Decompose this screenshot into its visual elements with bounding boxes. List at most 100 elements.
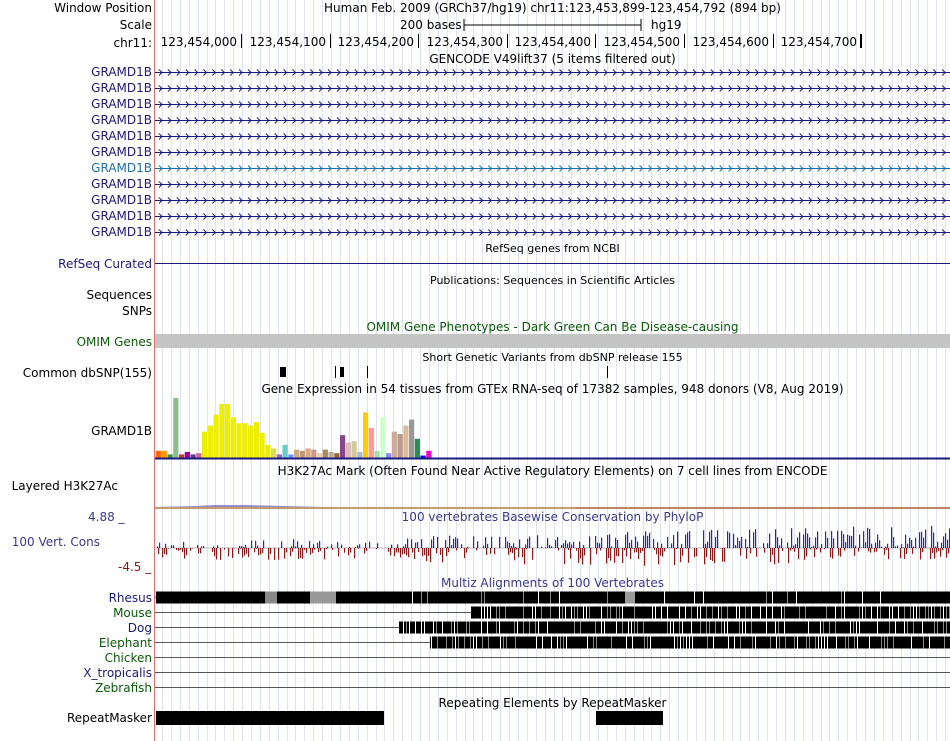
gtex-tissue-bar[interactable] bbox=[196, 453, 202, 458]
gtex-tissue-bar[interactable] bbox=[374, 450, 380, 458]
gtex-tissue-bar[interactable] bbox=[288, 454, 294, 458]
gencode-transcript[interactable] bbox=[155, 197, 950, 204]
gencode-transcript[interactable] bbox=[155, 85, 950, 92]
gtex-tissue-bar[interactable] bbox=[357, 452, 363, 458]
omim-gene-bar[interactable] bbox=[155, 334, 950, 348]
phylop-conservation-plot[interactable] bbox=[155, 520, 950, 576]
omim-genes-label[interactable]: OMIM Genes bbox=[0, 335, 152, 349]
vert-cons-label[interactable]: 100 Vert. Cons bbox=[0, 535, 100, 549]
multiz-species-label[interactable]: Chicken bbox=[0, 651, 152, 665]
h3k27ac-signal[interactable] bbox=[155, 478, 950, 510]
gencode-transcript-label[interactable]: GRAMD1B bbox=[0, 129, 152, 143]
gtex-tissue-bar[interactable] bbox=[173, 398, 179, 458]
gtex-tissue-bar[interactable] bbox=[219, 404, 225, 458]
gtex-tissue-bar[interactable] bbox=[225, 404, 231, 458]
gtex-tissue-bar[interactable] bbox=[334, 453, 340, 458]
gtex-tissue-bar[interactable] bbox=[271, 448, 277, 458]
multiz-species-block[interactable] bbox=[430, 636, 950, 649]
layered-h3k27ac-label[interactable]: Layered H3K27Ac bbox=[0, 479, 118, 493]
gtex-tissue-bar[interactable] bbox=[248, 425, 254, 458]
gtex-tissue-bar[interactable] bbox=[156, 450, 162, 458]
gtex-tissue-bar[interactable] bbox=[179, 454, 185, 458]
refseq-gene-line[interactable] bbox=[155, 257, 950, 271]
gencode-transcript-label[interactable]: GRAMD1B bbox=[0, 193, 152, 207]
dbsnp-variants[interactable] bbox=[155, 365, 950, 379]
gtex-tissue-bar[interactable] bbox=[184, 452, 190, 458]
gtex-tissue-bar[interactable] bbox=[236, 423, 242, 458]
gtex-tissue-bar[interactable] bbox=[368, 428, 374, 458]
gtex-tissue-bar[interactable] bbox=[328, 452, 334, 458]
gtex-tissue-bar[interactable] bbox=[391, 431, 397, 458]
gencode-transcript-label[interactable]: GRAMD1B bbox=[0, 177, 152, 191]
gencode-transcript-label[interactable]: GRAMD1B bbox=[0, 65, 152, 79]
gtex-tissue-bar[interactable] bbox=[202, 431, 208, 458]
gtex-tissue-bar[interactable] bbox=[276, 454, 282, 458]
multiz-species-label[interactable]: Mouse bbox=[0, 606, 152, 620]
multiz-alignment-blocks[interactable] bbox=[155, 590, 950, 695]
gencode-transcript[interactable] bbox=[155, 181, 950, 188]
gtex-tissue-bar[interactable] bbox=[345, 442, 351, 458]
gtex-tissue-bar[interactable] bbox=[322, 449, 328, 458]
gtex-tissue-bar[interactable] bbox=[414, 438, 420, 458]
multiz-species-label[interactable]: Zebrafish bbox=[0, 681, 152, 695]
gtex-tissue-bar[interactable] bbox=[305, 448, 311, 458]
cons-bar-positive bbox=[913, 546, 915, 548]
multiz-species-label[interactable]: Elephant bbox=[0, 636, 152, 650]
gtex-tissue-bar[interactable] bbox=[340, 435, 346, 458]
multiz-species-label[interactable]: Dog bbox=[0, 621, 152, 635]
cons-bar-positive bbox=[923, 537, 925, 548]
gtex-tissue-bar[interactable] bbox=[311, 449, 317, 458]
gtex-tissue-bar[interactable] bbox=[190, 454, 196, 458]
gtex-tissue-bar[interactable] bbox=[253, 422, 259, 458]
gtex-tissue-bar[interactable] bbox=[259, 432, 265, 458]
gtex-tissue-bar[interactable] bbox=[213, 414, 219, 458]
gtex-expression-chart[interactable] bbox=[155, 396, 950, 462]
cons-bar-negative bbox=[764, 548, 766, 553]
gtex-tissue-bar[interactable] bbox=[380, 417, 386, 458]
gtex-tissue-bar[interactable] bbox=[161, 450, 167, 458]
multiz-species-block[interactable] bbox=[399, 621, 950, 634]
refseq-curated-label[interactable]: RefSeq Curated bbox=[0, 257, 152, 271]
gtex-tissue-bar[interactable] bbox=[386, 453, 392, 458]
gencode-transcript[interactable] bbox=[155, 117, 950, 124]
gtex-tissue-bar[interactable] bbox=[167, 454, 173, 458]
gencode-transcript[interactable] bbox=[155, 229, 950, 236]
repeatmasker-blocks[interactable] bbox=[155, 710, 950, 726]
gencode-transcript-label[interactable]: GRAMD1B bbox=[0, 97, 152, 111]
gtex-tissue-bar[interactable] bbox=[351, 441, 357, 458]
gencode-transcript-label[interactable]: GRAMD1B bbox=[0, 209, 152, 223]
gencode-transcript-label[interactable]: GRAMD1B bbox=[0, 145, 152, 159]
gtex-tissue-bar[interactable] bbox=[403, 425, 409, 458]
gtex-tissue-bar[interactable] bbox=[282, 444, 288, 458]
gencode-transcript-label[interactable]: GRAMD1B bbox=[0, 225, 152, 239]
gtex-gene-label[interactable]: GRAMD1B bbox=[0, 424, 152, 438]
gencode-transcript[interactable] bbox=[155, 165, 950, 172]
gtex-tissue-bar[interactable] bbox=[294, 449, 300, 458]
common-dbsnp-label[interactable]: Common dbSNP(155) bbox=[0, 366, 152, 380]
gtex-tissue-bar[interactable] bbox=[426, 450, 432, 458]
gtex-tissue-bar[interactable] bbox=[409, 419, 415, 458]
gencode-transcript-label[interactable]: GRAMD1B bbox=[0, 113, 152, 127]
multiz-species-block[interactable] bbox=[471, 606, 950, 619]
gtex-tissue-bar[interactable] bbox=[242, 423, 248, 458]
gtex-tissue-bar[interactable] bbox=[207, 425, 213, 458]
multiz-species-label[interactable]: Rhesus bbox=[0, 591, 152, 605]
gencode-transcript[interactable] bbox=[155, 69, 950, 76]
gtex-tissue-bar[interactable] bbox=[265, 444, 271, 458]
multiz-species-block[interactable] bbox=[156, 591, 950, 604]
gtex-tissue-bar[interactable] bbox=[397, 434, 403, 458]
gencode-transcript[interactable] bbox=[155, 213, 950, 220]
gtex-tissue-bar[interactable] bbox=[363, 412, 369, 458]
gtex-tissue-bar[interactable] bbox=[230, 417, 236, 458]
repeatmasker-label[interactable]: RepeatMasker bbox=[0, 711, 152, 725]
multiz-species-label[interactable]: X_tropicalis bbox=[0, 666, 152, 680]
gtex-tissue-bar[interactable] bbox=[317, 453, 323, 458]
gencode-transcripts[interactable] bbox=[155, 64, 950, 240]
gtex-tissue-bar[interactable] bbox=[299, 450, 305, 458]
gencode-transcript[interactable] bbox=[155, 133, 950, 140]
base-position-ruler[interactable]: 123,454,000 123,454,100 123,454,200 123,454… bbox=[155, 34, 950, 50]
gencode-transcript[interactable] bbox=[155, 101, 950, 108]
gencode-transcript[interactable] bbox=[155, 149, 950, 156]
gencode-transcript-label[interactable]: GRAMD1B bbox=[0, 161, 152, 175]
gencode-transcript-label[interactable]: GRAMD1B bbox=[0, 81, 152, 95]
